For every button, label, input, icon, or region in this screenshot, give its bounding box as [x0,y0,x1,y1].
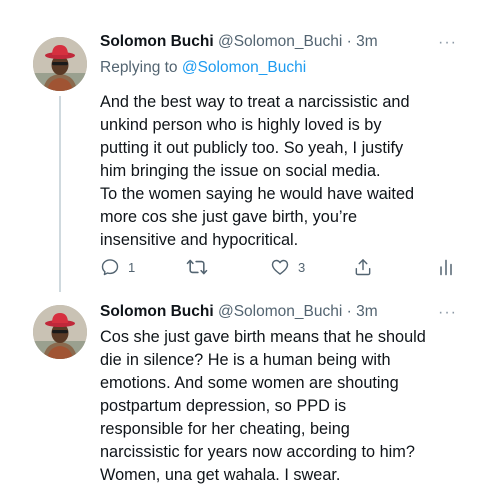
more-options-icon[interactable]: ··· [438,34,457,52]
avatar[interactable] [33,37,87,91]
tweet-timestamp[interactable]: 3m [356,33,378,50]
tweet-text-line: postpartum depression, so PPD is [100,397,347,415]
author-name[interactable]: Solomon Buchi [100,303,214,320]
replying-to: Replying to @Solomon_Buchi [100,59,306,77]
tweet-text-line: To the women saying he would have waited [100,185,415,203]
reply-button[interactable]: 1 [100,256,135,278]
analytics-button[interactable] [436,256,456,278]
tweet-text-line: die in silence? He is a human being with [100,351,391,369]
avatar[interactable] [33,305,87,359]
replying-to-mention[interactable]: @Solomon_Buchi [182,59,306,76]
like-button[interactable]: 3 [270,256,305,278]
tweet-header: Solomon Buchi @Solomon_Buchi · 3m [100,33,378,55]
retweet-icon [186,259,208,275]
tweet-text-line: him bringing the issue on social media. [100,162,381,180]
tweet-actions: 1 3 [100,256,470,280]
thread-connector-line [59,96,61,292]
tweet-text-line: insensitive and hypocritical. [100,231,299,249]
retweet-button[interactable] [186,256,216,278]
tweet-text-line: responsible for her cheating, being [100,420,350,438]
tweet-text-line: And the best way to treat a narcissistic… [100,93,410,111]
like-icon [271,259,289,275]
author-handle[interactable]: @Solomon_Buchi [218,303,342,320]
tweet-text-line: narcissistic for years now according to … [100,443,415,461]
like-count: 3 [298,259,306,275]
reply-icon [101,259,119,276]
tweet-text: Cos she just gave birth means that he sh… [100,326,470,487]
tweet-text-line: Cos she just gave birth means that he sh… [100,328,426,346]
separator-dot: · [346,33,352,50]
tweet-2[interactable]: Solomon Buchi @Solomon_Buchi · 3m ··· Co… [0,292,479,491]
analytics-icon [440,259,452,276]
more-options-icon[interactable]: ··· [438,304,457,322]
tweet-text: And the best way to treat a narcissistic… [100,91,470,252]
reply-count: 1 [128,259,136,275]
avatar-image [33,305,87,359]
share-icon [355,259,371,276]
tweet-1[interactable]: Solomon Buchi @Solomon_Buchi · 3m ··· Re… [0,0,479,292]
tweet-text-line: Women, una get wahala. I swear. [100,466,341,484]
tweet-timestamp[interactable]: 3m [356,303,378,320]
share-button[interactable] [353,256,373,278]
replying-prefix: Replying to [100,59,178,76]
author-handle[interactable]: @Solomon_Buchi [218,33,342,50]
tweet-header: Solomon Buchi @Solomon_Buchi · 3m [100,303,378,325]
tweet-text-line: emotions. And some women are shouting [100,374,399,392]
avatar-image [33,37,87,91]
tweet-text-line: unkind person who is highly loved is by [100,116,382,134]
separator-dot: · [346,303,352,320]
author-name[interactable]: Solomon Buchi [100,33,214,50]
tweet-text-line: more cos she just gave birth, you’re [100,208,358,226]
tweet-text-line: putting it out publicly too. So yeah, I … [100,139,404,157]
